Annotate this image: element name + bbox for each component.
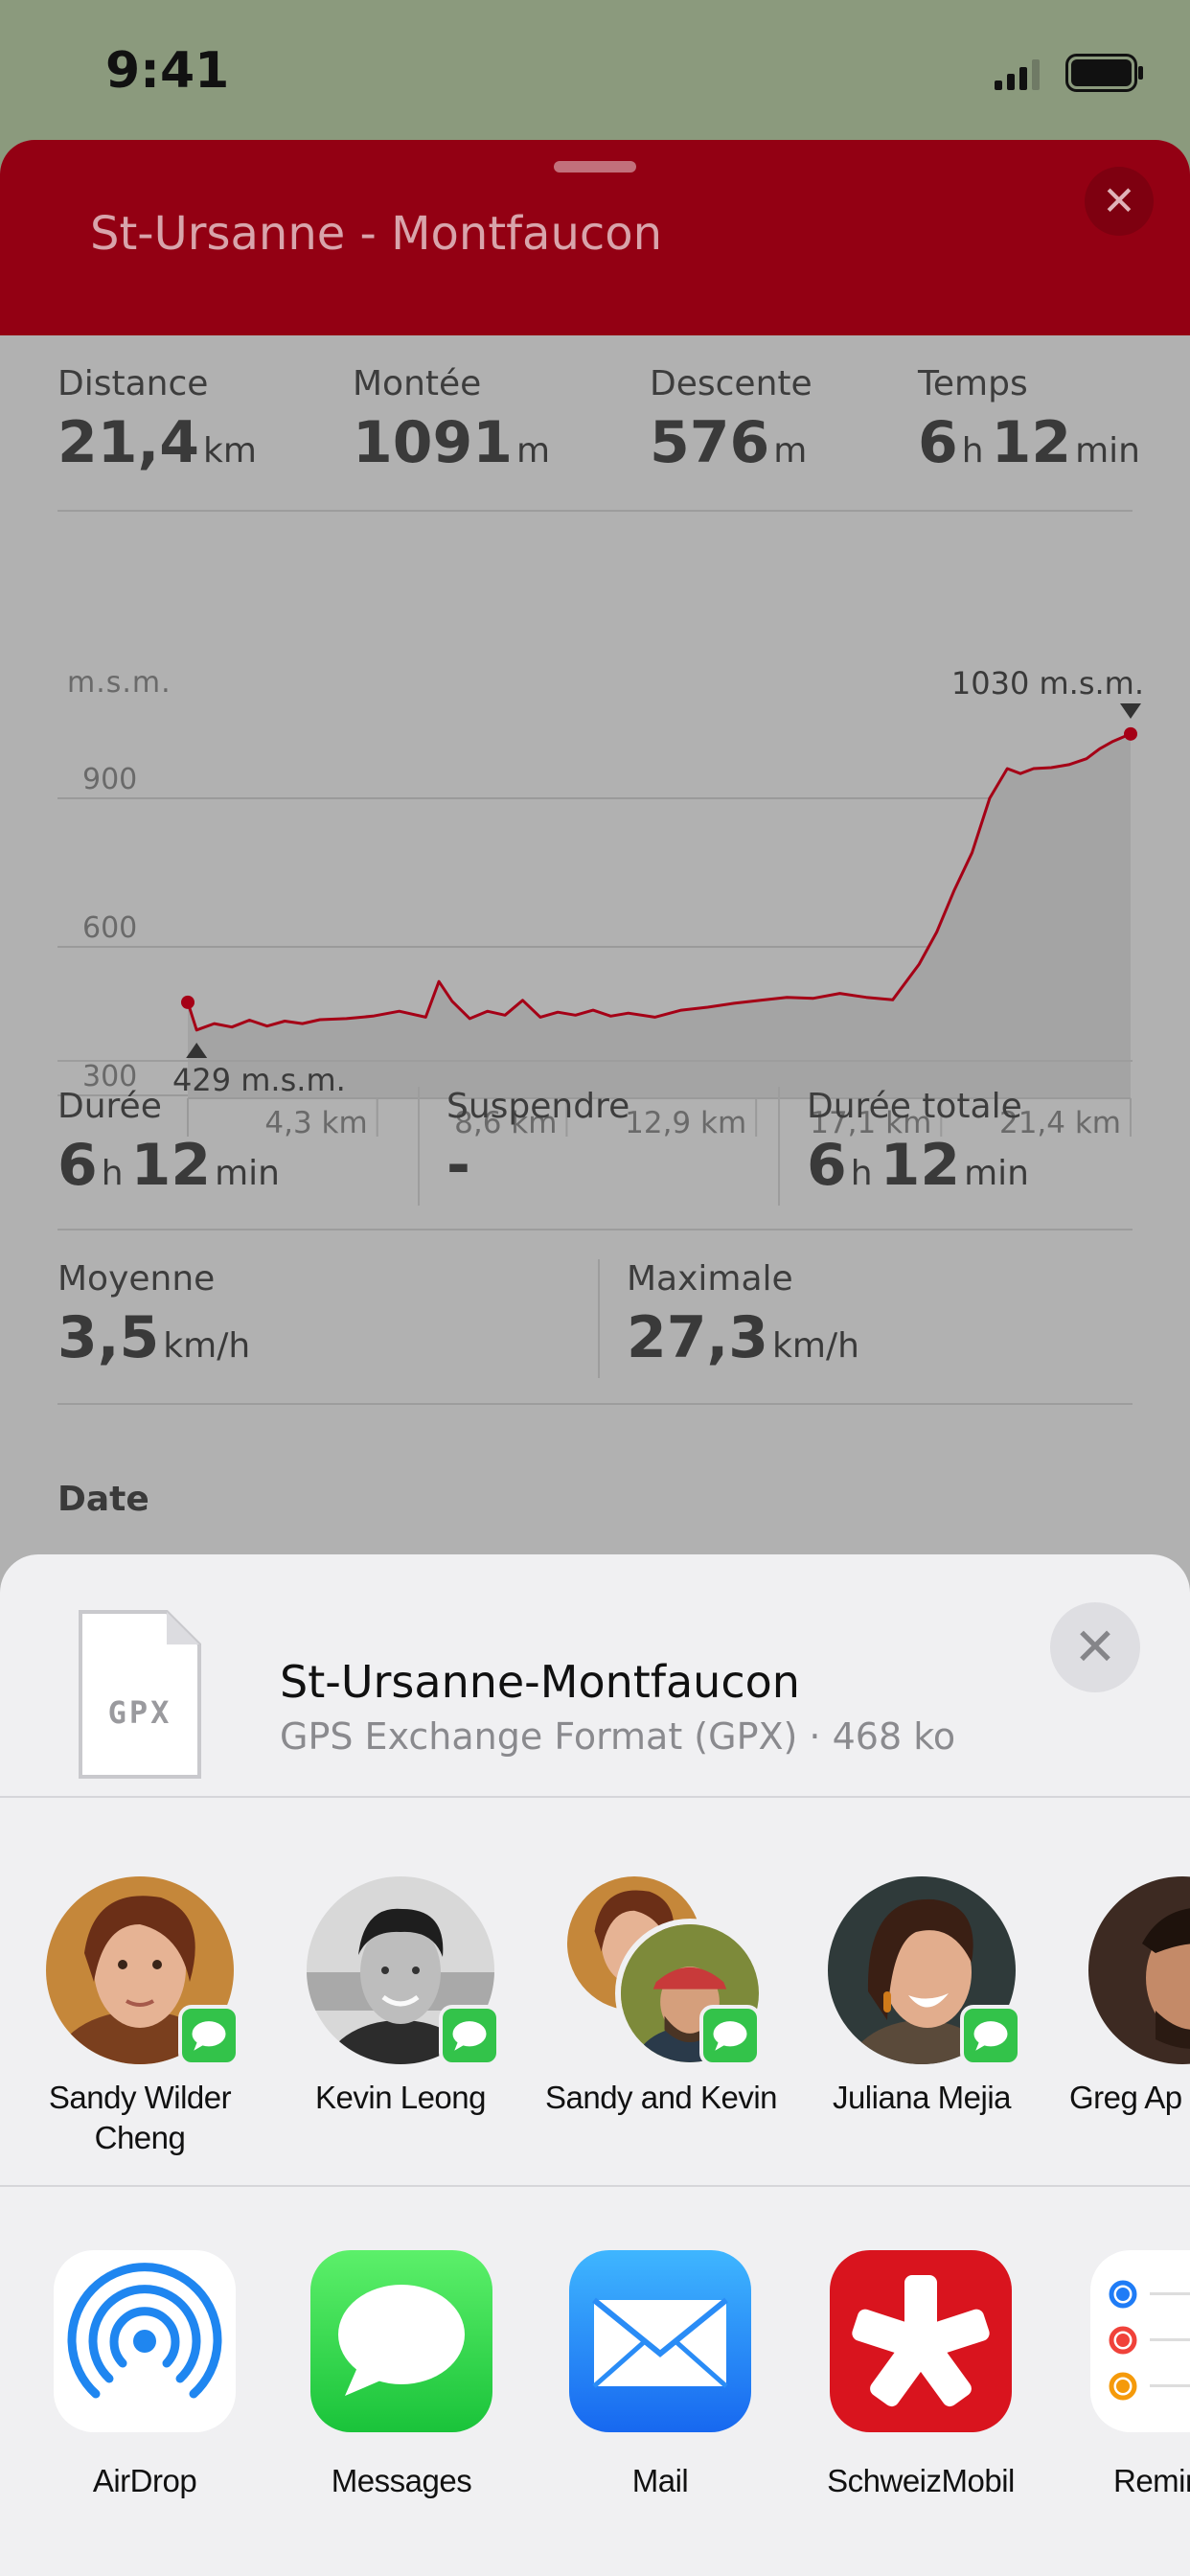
stat-label: Maximale (627, 1259, 793, 1299)
mail-app-icon[interactable] (569, 2250, 751, 2432)
divider (57, 1229, 1133, 1230)
messages-app-icon[interactable] (310, 2250, 492, 2432)
app-label: AirDrop (92, 2463, 197, 2498)
y-axis-label: m.s.m. (67, 666, 172, 700)
elevation-area (188, 733, 1131, 1098)
x-tick-label: 12,9 km (625, 1106, 746, 1140)
y-tick-label: 900 (82, 763, 137, 796)
divider (0, 1796, 1190, 1798)
file-meta: GPS Exchange Format (GPX) · 468 ko (280, 1715, 956, 1758)
drag-handle[interactable] (554, 161, 636, 172)
messages-badge-icon (178, 2005, 240, 2066)
stat-average-speed: Moyenne 3,5 km/h (57, 1259, 250, 1371)
app-label: Messages (331, 2463, 472, 2498)
app-label: SchweizMobil (827, 2463, 1015, 2498)
contact-name: Juliana Mejia (832, 2080, 1012, 2115)
contact-name: Sandy Wilder Cheng (48, 2080, 232, 2155)
stat-pause: Suspendre - (446, 1087, 629, 1199)
divider (418, 1087, 420, 1206)
gpx-file-icon: GPX (79, 1610, 201, 1779)
end-point (1124, 726, 1137, 741)
stat-time: Temps 6 h 12 min (918, 364, 1140, 476)
stat-value: 6 h 12 min (807, 1132, 1029, 1199)
app-label: Remin (1113, 2463, 1190, 2498)
share-sheet: GPX St-Ursanne-Montfaucon GPS Exchange F… (0, 1554, 1190, 2576)
stat-label: Distance (57, 364, 209, 403)
date-label: Date (57, 1480, 149, 1519)
x-tick-label: 4,3 km (264, 1106, 367, 1140)
stat-duration: Durée 6 h 12 min (57, 1087, 280, 1199)
signal-icon (995, 59, 1040, 90)
divider (57, 1060, 1133, 1062)
stat-distance: Distance 21,4 km (57, 364, 257, 476)
stat-value: 3,5 km/h (57, 1304, 251, 1371)
stat-label: Durée totale (807, 1087, 1022, 1126)
divider (778, 1087, 780, 1206)
divider (57, 510, 1133, 512)
stat-value: - (446, 1132, 470, 1199)
airdrop-app-icon[interactable] (54, 2250, 236, 2432)
stat-label: Durée (57, 1087, 162, 1126)
stat-label: Temps (918, 364, 1028, 403)
stat-value: 576 m (650, 409, 808, 476)
stat-total-duration: Durée totale 6 h 12 min (807, 1087, 1029, 1199)
battery-icon (1065, 54, 1143, 92)
stat-label: Montée (353, 364, 482, 403)
status-bar: 9:41 (0, 0, 1190, 144)
file-type-label: GPX (108, 1694, 172, 1731)
route-header: St-Ursanne - Montfaucon ✕ (0, 140, 1190, 335)
divider (598, 1259, 600, 1378)
stat-max-speed: Maximale 27,3 km/h (627, 1259, 859, 1371)
avatar (1088, 1876, 1190, 2064)
stat-label: Moyenne (57, 1259, 216, 1299)
divider (57, 1403, 1133, 1405)
stat-label: Descente (650, 364, 812, 403)
stat-value: 6 h 12 min (918, 409, 1140, 476)
stat-value: 27,3 km/h (627, 1304, 859, 1371)
close-icon[interactable]: ✕ (1050, 1602, 1140, 1692)
reminders-app-icon[interactable] (1090, 2250, 1190, 2432)
max-elevation-label: 1030 m.s.m. (951, 665, 1144, 702)
stat-value: 21,4 km (57, 409, 257, 476)
stat-ascent: Montée 1091 m (353, 364, 550, 476)
close-icon[interactable]: ✕ (1085, 167, 1154, 236)
contact-name: Kevin Leong (315, 2080, 486, 2115)
status-time: 9:41 (105, 42, 230, 100)
app-label: Mail (631, 2463, 689, 2498)
divider (0, 2185, 1190, 2187)
stat-descent: Descente 576 m (650, 364, 812, 476)
route-title: St-Ursanne - Montfaucon (90, 207, 663, 261)
stat-label: Suspendre (446, 1087, 630, 1126)
messages-badge-icon (439, 2005, 500, 2066)
file-name: St-Ursanne-Montfaucon (280, 1656, 800, 1708)
messages-badge-icon (960, 2005, 1021, 2066)
y-tick-label: 600 (82, 911, 137, 945)
schweizmobil-app-icon[interactable] (830, 2250, 1012, 2432)
start-point (181, 995, 195, 1009)
contact-name: Sandy and Kevin (544, 2080, 778, 2115)
stat-value: 6 h 12 min (57, 1132, 280, 1199)
contact-name: Greg Ap (1069, 2080, 1182, 2115)
max-marker-icon (1120, 703, 1141, 719)
stat-value: 1091 m (353, 409, 551, 476)
messages-badge-icon (699, 2005, 761, 2066)
